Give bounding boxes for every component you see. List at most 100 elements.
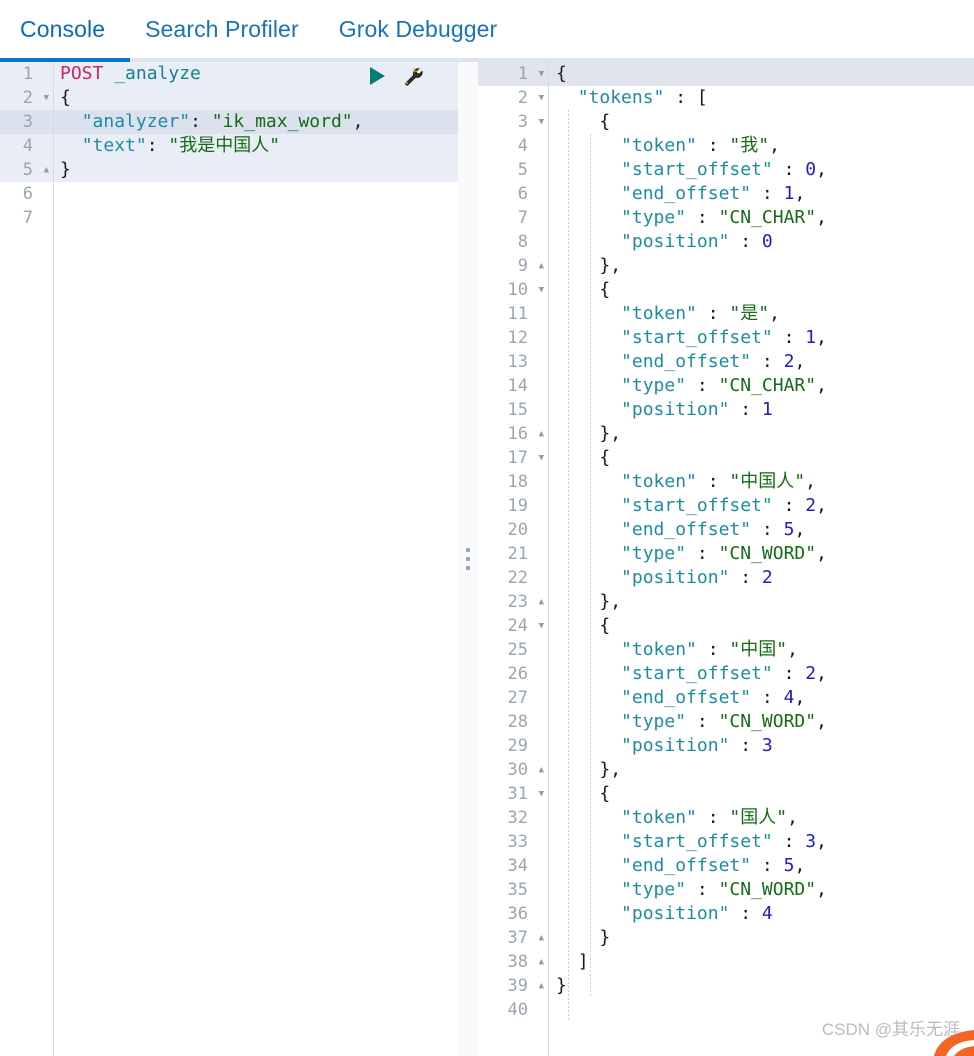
chevron-up-icon[interactable]: ▲	[539, 950, 544, 974]
code-token: "国人"	[729, 807, 788, 828]
code-token: {	[599, 279, 611, 300]
code-line: }	[556, 974, 974, 998]
panel-splitter[interactable]	[458, 62, 478, 1056]
code-token: "end_offset"	[621, 183, 752, 204]
code-line: "type" : "CN_CHAR",	[556, 206, 974, 230]
code-token: 0	[805, 159, 817, 180]
code-line: {	[556, 278, 974, 302]
response-code[interactable]: { "tokens" : [ { "token" : "我", "start_o…	[556, 62, 974, 1022]
code-token: :	[751, 519, 784, 540]
chevron-up-icon[interactable]: ▲	[539, 254, 544, 278]
code-line: },	[556, 590, 974, 614]
code-token: },	[599, 255, 622, 276]
code-token: :	[190, 111, 212, 132]
code-token: POST	[60, 63, 104, 84]
chevron-down-icon[interactable]: ▼	[539, 782, 544, 806]
gutter-line-number: 33	[507, 832, 528, 852]
code-token: 5	[783, 519, 795, 540]
code-token: "end_offset"	[621, 687, 752, 708]
code-line: {	[556, 782, 974, 806]
code-line: "position" : 2	[556, 566, 974, 590]
code-token: :	[686, 375, 719, 396]
chevron-up-icon[interactable]: ▲	[539, 422, 544, 446]
chevron-up-icon[interactable]: ▲	[539, 758, 544, 782]
response-editor[interactable]: 1 ▼ 2 ▼ 3 ▼ 4 5 6 7 8 9 ▲ 10 ▼ 11 12 13 14 15 16 ▲ 17 ▼ 18 19 20 21…	[478, 62, 974, 1056]
chevron-down-icon[interactable]: ▼	[539, 278, 544, 302]
code-token: "position"	[621, 567, 730, 588]
splitter-dot	[466, 557, 470, 561]
code-line: "end_offset" : 1,	[556, 182, 974, 206]
response-gutter[interactable]: 1 ▼ 2 ▼ 3 ▼ 4 5 6 7 8 9 ▲ 10 ▼ 11 12 13 14 15 16 ▲ 17 ▼ 18 19 20 21…	[478, 62, 548, 1056]
code-token: ,	[816, 327, 827, 348]
code-token: ,	[816, 159, 827, 180]
code-token: 3	[805, 831, 817, 852]
chevron-up-icon[interactable]: ▲	[539, 974, 544, 998]
tab-search-profiler[interactable]: Search Profiler	[125, 0, 319, 58]
splitter-dot	[466, 566, 470, 570]
code-token: :	[729, 231, 762, 252]
tab-console[interactable]: Console	[0, 0, 125, 58]
code-token: :	[686, 711, 719, 732]
chevron-up-icon[interactable]: ▲	[539, 926, 544, 950]
code-token: "type"	[621, 879, 687, 900]
gutter-line-number: 11	[507, 304, 528, 324]
chevron-down-icon[interactable]: ▼	[539, 62, 544, 86]
play-icon[interactable]	[370, 67, 385, 85]
chevron-up-icon[interactable]: ▲	[539, 590, 544, 614]
gutter-line-number: 37 ▲	[507, 926, 544, 950]
code-token: "中国"	[729, 639, 788, 660]
code-token: "start_offset"	[621, 495, 773, 516]
chevron-down-icon[interactable]: ▼	[539, 110, 544, 134]
chevron-down-icon[interactable]: ▼	[539, 86, 544, 110]
chevron-down-icon[interactable]: ▼	[539, 446, 544, 470]
code-token: :	[696, 807, 730, 828]
code-token: ,	[816, 831, 827, 852]
gutter-line-number: 6	[22, 184, 33, 204]
code-token: [	[696, 87, 708, 108]
wrench-icon[interactable]	[401, 65, 423, 87]
code-line: "token" : "中国人",	[556, 470, 974, 494]
request-gutter[interactable]: 1 2 ▼ 3 4 5 ▲ 6 7	[0, 62, 53, 1056]
code-token: 2	[805, 495, 817, 516]
request-actions	[370, 64, 423, 88]
gutter-line-number: 38 ▲	[507, 950, 544, 974]
splitter-drag-handle[interactable]	[466, 548, 470, 570]
code-token: {	[599, 447, 611, 468]
chevron-down-icon[interactable]: ▼	[539, 614, 544, 638]
gutter-line-number: 28	[507, 712, 528, 732]
request-editor[interactable]: 1 2 ▼ 3 4 5 ▲ 6 7 POST _analyze { "analyzer": "ik…	[0, 62, 458, 1056]
code-token: "start_offset"	[621, 831, 773, 852]
code-token: {	[599, 783, 611, 804]
gutter-line-number: 5 ▲	[22, 158, 49, 182]
tab-search-profiler-label: Search Profiler	[145, 15, 299, 42]
splitter-dot	[466, 548, 470, 552]
code-token: 4	[783, 687, 795, 708]
code-token: :	[696, 303, 730, 324]
code-line: },	[556, 758, 974, 782]
gutter-line-number: 26	[507, 664, 528, 684]
code-token: 4	[761, 903, 773, 924]
code-token: 1	[761, 399, 773, 420]
code-token: ,	[816, 711, 827, 732]
tab-grok-debugger[interactable]: Grok Debugger	[319, 0, 518, 58]
gutter-line-number: 22	[507, 568, 528, 588]
chevron-up-icon[interactable]: ▲	[44, 158, 49, 182]
code-token: }	[60, 159, 71, 180]
gutter-line-number: 17 ▼	[507, 446, 544, 470]
code-token: :	[729, 735, 762, 756]
chevron-down-icon[interactable]: ▼	[44, 86, 49, 110]
code-token: "token"	[621, 639, 697, 660]
